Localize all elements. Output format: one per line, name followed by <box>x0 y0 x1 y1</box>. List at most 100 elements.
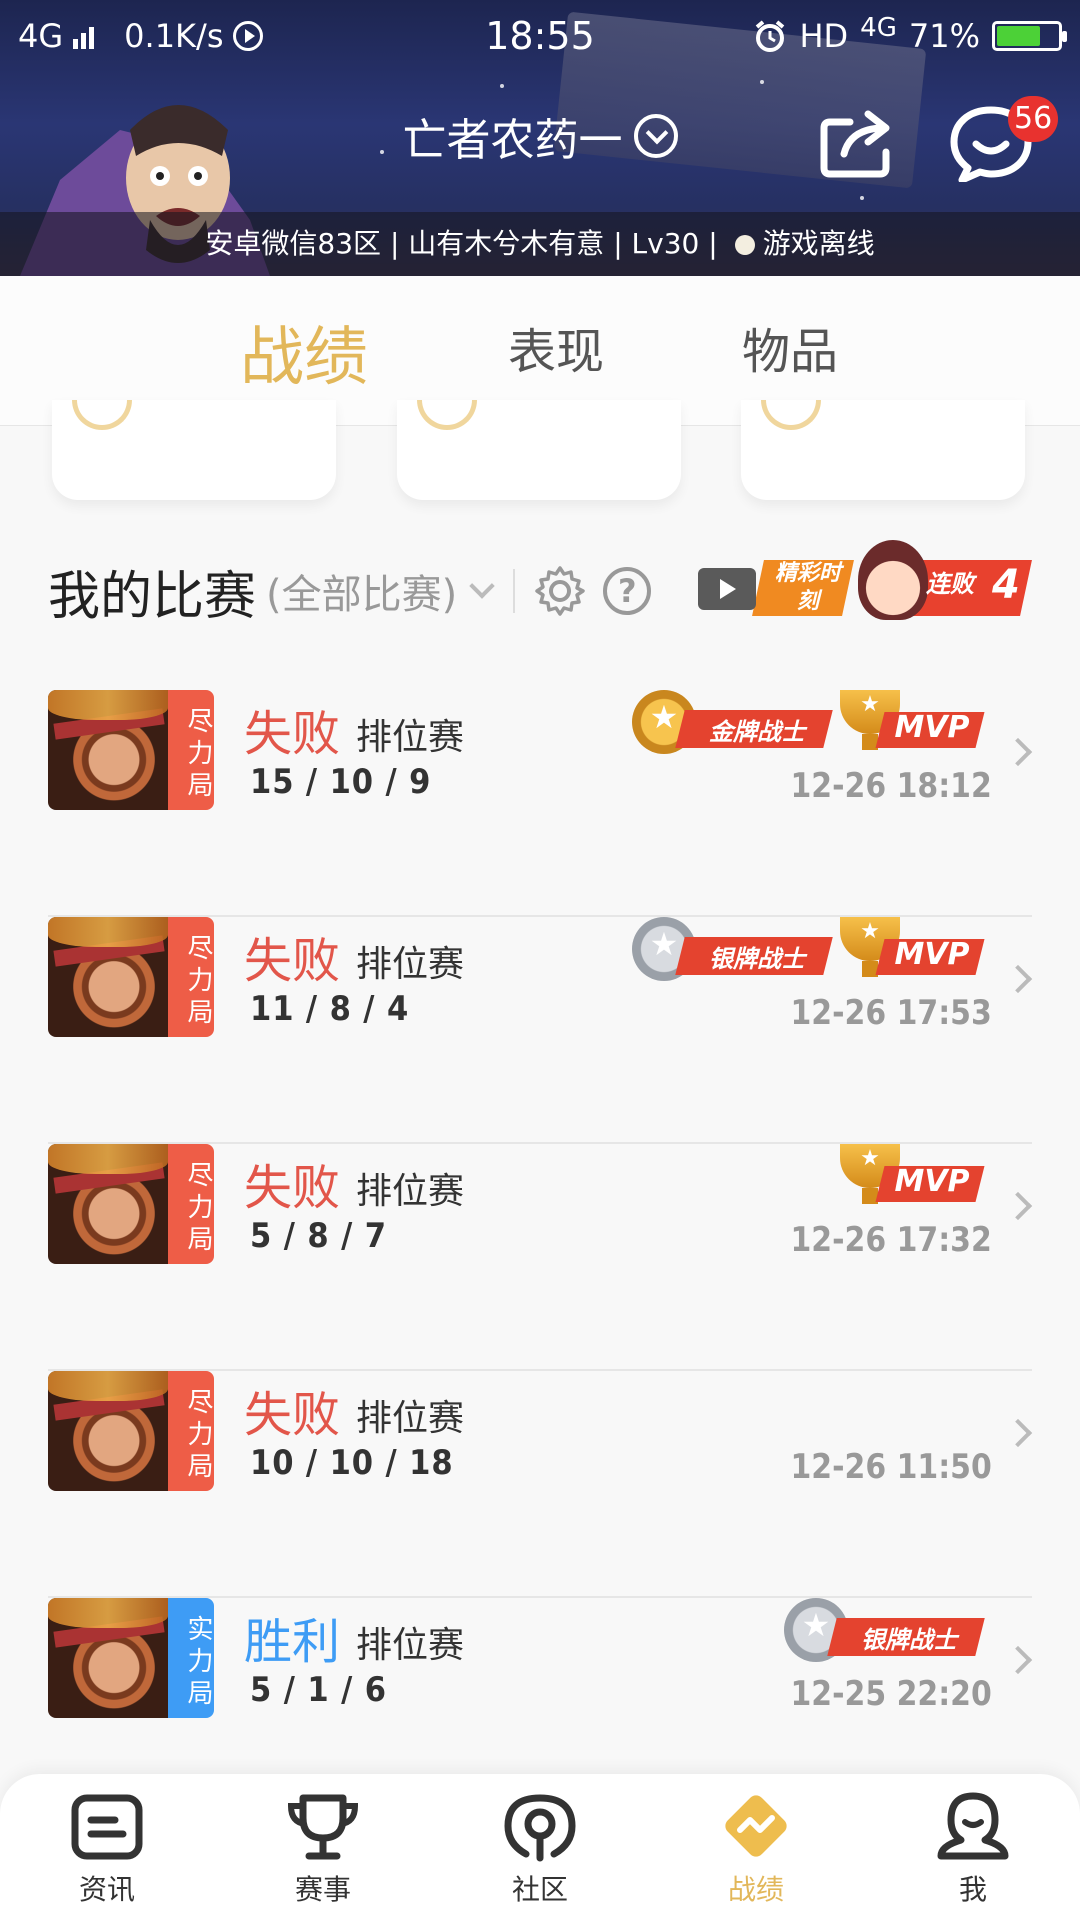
rank-medal-badge: 银牌战士 <box>632 917 833 981</box>
share-button[interactable] <box>820 108 896 178</box>
match-type: 排位赛 <box>356 1398 465 1439</box>
match-row[interactable]: 尽力局失败排位赛5 / 8 / 7 12-26 17:32 MVP <box>48 1144 1033 1371</box>
match-type: 排位赛 <box>356 1625 465 1666</box>
nav-label: 赛事 <box>294 1873 351 1906</box>
highlight-label: 精彩时刻 <box>774 561 841 614</box>
account-name: 亡者农药一 <box>402 115 623 166</box>
match-time: 12-26 11:50 <box>790 1447 992 1487</box>
quick-card[interactable] <box>741 400 1025 500</box>
gear-icon[interactable] <box>533 564 587 618</box>
nav-item-events[interactable]: 赛事 <box>253 1792 393 1908</box>
chevron-down-icon <box>633 114 678 158</box>
role-info-strip: 安卓微信83区 | 山有木兮木有意 | Lv30 | 游戏离线 <box>0 212 1080 276</box>
match-mode-tag: 实力局 <box>168 1598 214 1718</box>
separator: | <box>604 227 632 260</box>
battery-icon <box>992 21 1067 51</box>
match-result: 失败 <box>244 706 341 762</box>
rank-medal-badge: 银牌战士 <box>784 1598 985 1662</box>
match-mode-tag: 尽力局 <box>168 1144 214 1264</box>
account-switcher[interactable]: 亡者农药一 <box>0 104 1080 168</box>
nav-item-stats[interactable]: 战绩 <box>686 1792 826 1908</box>
tab-items[interactable]: 物品 <box>742 312 838 382</box>
highlight-moments-button[interactable]: 精彩时刻 <box>698 556 854 618</box>
role-name: 山有木兮木有意 <box>408 227 605 260</box>
match-time: 12-26 18:12 <box>790 766 992 806</box>
hero-avatar: 尽力局 <box>48 1144 214 1264</box>
hero-portrait <box>48 917 168 1037</box>
match-kda: 15 / 10 / 9 <box>250 762 432 802</box>
role-level: Lv30 <box>631 227 700 260</box>
star-decoration <box>760 80 764 84</box>
nav-item-news[interactable]: 资讯 <box>37 1792 177 1908</box>
medal-label: 金牌战士 <box>709 718 805 746</box>
quick-card[interactable] <box>397 400 681 500</box>
nav-label: 战绩 <box>727 1873 784 1906</box>
match-mode-tag: 尽力局 <box>168 1371 214 1491</box>
match-kda: 5 / 8 / 7 <box>250 1216 387 1256</box>
match-row[interactable]: 尽力局失败排位赛15 / 10 / 9 12-26 18:12 MVP 金牌战士 <box>48 690 1033 917</box>
match-mode-tag: 尽力局 <box>168 917 214 1037</box>
streak-count: 4 <box>992 562 1020 608</box>
match-kda: 10 / 10 / 18 <box>250 1443 454 1483</box>
hero-avatar: 尽力局 <box>48 690 214 810</box>
tab-records[interactable]: 战绩 <box>240 306 368 398</box>
quick-card[interactable] <box>52 400 336 500</box>
mvp-label: MVP <box>894 937 970 972</box>
news-icon <box>71 1794 143 1860</box>
nav-item-community[interactable]: 社区 <box>470 1792 610 1908</box>
match-type: 排位赛 <box>356 717 465 758</box>
medal-label: 银牌战士 <box>709 945 805 973</box>
match-filter[interactable]: (全部比赛) <box>266 562 457 620</box>
network-right-label: 4G <box>860 13 897 43</box>
help-icon[interactable]: ? <box>603 567 652 615</box>
trophy-icon <box>287 1794 359 1860</box>
match-kda: 5 / 1 / 6 <box>250 1670 387 1710</box>
match-kda: 11 / 8 / 4 <box>250 989 410 1029</box>
match-result: 失败 <box>244 1160 341 1216</box>
mvp-badge: MVP <box>840 917 985 981</box>
match-type: 排位赛 <box>356 1171 465 1212</box>
separator: | <box>699 227 727 260</box>
message-count-badge: 56 <box>1008 96 1059 142</box>
hero-portrait <box>48 1144 168 1264</box>
mvp-label: MVP <box>894 1164 970 1199</box>
rank-medal-badge: 金牌战士 <box>632 690 833 754</box>
tab-performance[interactable]: 表现 <box>508 312 604 382</box>
chevron-down-icon[interactable] <box>469 573 495 599</box>
nav-label: 资讯 <box>78 1873 135 1906</box>
streak-label: 连败 <box>926 570 974 598</box>
mvp-badge: MVP <box>840 690 985 754</box>
chevron-right-icon <box>1003 964 1033 994</box>
battery-level <box>997 26 1040 46</box>
server-name: 安卓微信83区 <box>205 227 382 260</box>
match-row[interactable]: 尽力局 失败 排位赛 10 / 10 / 18 12-26 11:50 <box>48 1371 1033 1598</box>
losing-streak-badge[interactable]: 连败 4 <box>858 540 1032 620</box>
nav-label: 我 <box>958 1873 987 1906</box>
medal-label: 银牌战士 <box>861 1626 957 1654</box>
video-camera-icon <box>698 568 756 610</box>
stats-icon <box>725 1795 787 1857</box>
hero-portrait <box>48 1371 168 1491</box>
section-title: 我的比赛 <box>48 566 257 627</box>
nav-item-me[interactable]: 我 <box>903 1792 1043 1908</box>
match-row[interactable]: 尽力局失败排位赛11 / 8 / 4 12-26 17:53 MVP 银牌战士 <box>48 917 1033 1144</box>
chevron-right-icon <box>1003 1645 1033 1675</box>
chevron-right-icon <box>1003 737 1033 767</box>
hero-avatar: 尽力局 <box>48 1371 214 1491</box>
bottom-nav: 资讯 赛事 社区 战绩 我 <box>0 1774 1080 1920</box>
match-type: 排位赛 <box>356 944 465 985</box>
match-time: 12-25 22:20 <box>790 1674 992 1714</box>
profile-header: 4G 0.1K/s 18:55 HD 4G 71% 亡者农药一 56 安卓微信8… <box>0 0 1080 276</box>
match-result: 失败 <box>244 933 341 989</box>
separator: | <box>381 227 409 260</box>
match-time: 12-26 17:32 <box>790 1220 992 1260</box>
community-icon <box>504 1794 576 1862</box>
hero-avatar: 尽力局 <box>48 917 214 1037</box>
status-bar: 4G 0.1K/s 18:55 HD 4G 71% <box>0 0 1080 72</box>
hero-portrait <box>48 1598 168 1718</box>
online-status: 游戏离线 <box>762 227 875 260</box>
my-matches-header: 我的比赛 (全部比赛) ? <box>48 556 652 627</box>
crying-hero-avatar <box>858 540 928 620</box>
chevron-right-icon <box>1003 1418 1033 1448</box>
card-icon <box>761 400 821 430</box>
